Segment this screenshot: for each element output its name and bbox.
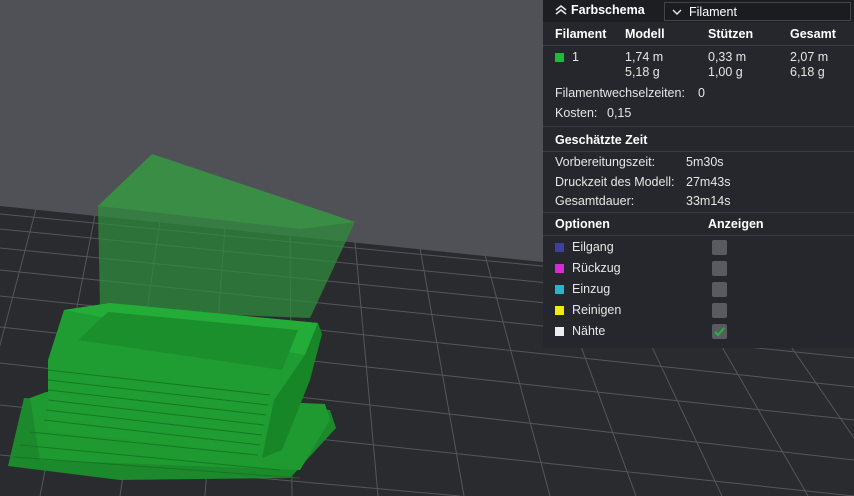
total-time-label: Gesamtdauer: bbox=[555, 194, 635, 208]
option-checkbox[interactable] bbox=[712, 303, 727, 318]
prep-time-label: Vorbereitungszeit: bbox=[555, 155, 656, 169]
support-preview bbox=[98, 154, 355, 318]
option-color-swatch bbox=[555, 243, 564, 252]
option-label: Einzug bbox=[572, 282, 611, 296]
option-color-swatch bbox=[555, 306, 564, 315]
panel-title: Farbschema bbox=[571, 3, 645, 17]
dropdown-value: Filament bbox=[689, 5, 737, 19]
cost-value: 0,15 bbox=[607, 106, 632, 120]
filament-id: 1 bbox=[572, 50, 579, 64]
color-scheme-panel: Farbschema Filament Filament Modell Stüt… bbox=[543, 0, 854, 348]
option-checkbox[interactable] bbox=[712, 282, 727, 297]
col-header-stuetzen: Stützen bbox=[708, 27, 754, 41]
filament-change-label: Filamentwechselzeiten: bbox=[555, 86, 685, 100]
checkmark-icon bbox=[714, 327, 725, 337]
option-label: Rückzug bbox=[572, 261, 621, 275]
option-color-swatch bbox=[555, 264, 564, 273]
option-label: Reinigen bbox=[572, 303, 622, 317]
modell-weight: 5,18 g bbox=[625, 65, 660, 79]
gesamt-weight: 6,18 g bbox=[790, 65, 825, 79]
estimated-time-title: Geschätzte Zeit bbox=[555, 133, 648, 147]
cost-label: Kosten: bbox=[555, 106, 598, 120]
option-label: Nähte bbox=[572, 324, 606, 338]
col-header-filament: Filament bbox=[555, 27, 607, 41]
option-label: Eilgang bbox=[572, 240, 614, 254]
chevron-down-icon bbox=[672, 9, 682, 15]
gesamt-length: 2,07 m bbox=[790, 50, 829, 64]
modell-length: 1,74 m bbox=[625, 50, 664, 64]
options-header: Optionen bbox=[555, 217, 610, 231]
option-checkbox[interactable] bbox=[712, 261, 727, 276]
filament-change-value: 0 bbox=[698, 86, 705, 100]
option-color-swatch bbox=[555, 327, 564, 336]
color-scheme-dropdown[interactable]: Filament bbox=[664, 2, 851, 21]
total-time-value: 33m14s bbox=[686, 194, 731, 208]
option-checkbox[interactable] bbox=[712, 240, 727, 255]
prep-time-value: 5m30s bbox=[686, 155, 724, 169]
col-header-gesamt: Gesamt bbox=[790, 27, 836, 41]
filament-color-swatch bbox=[555, 53, 564, 62]
stuetzen-weight: 1,00 g bbox=[708, 65, 743, 79]
option-color-swatch bbox=[555, 285, 564, 294]
col-header-modell: Modell bbox=[625, 27, 665, 41]
print-time-label: Druckzeit des Modell: bbox=[555, 175, 675, 189]
option-checkbox[interactable] bbox=[712, 324, 727, 339]
print-time-value: 27m43s bbox=[686, 175, 731, 189]
show-header: Anzeigen bbox=[708, 217, 764, 231]
stuetzen-length: 0,33 m bbox=[708, 50, 747, 64]
collapse-icon[interactable] bbox=[554, 3, 568, 17]
